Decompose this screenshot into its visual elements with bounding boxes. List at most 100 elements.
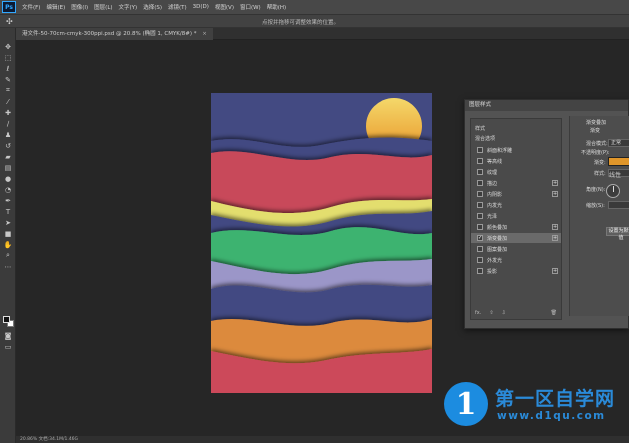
menu-3d[interactable]: 3D(D) (193, 4, 209, 10)
wave-artwork (211, 93, 432, 393)
add-style-icon[interactable]: + (552, 191, 558, 197)
fx-icon[interactable]: fx. (475, 310, 481, 316)
style-item[interactable]: 投影 + (471, 266, 561, 276)
style-item[interactable]: 图案叠加 (471, 244, 561, 254)
path-select-icon[interactable]: ➤ (3, 218, 13, 227)
angle-dial[interactable] (606, 184, 620, 198)
style-item[interactable]: 纹理 (471, 167, 561, 177)
style-checkbox[interactable] (477, 202, 483, 208)
trash-icon[interactable]: 🗑 (551, 310, 557, 316)
style-item-label: 投影 (487, 268, 498, 275)
zoom-icon[interactable]: ⌕ (3, 251, 13, 260)
menu-help[interactable]: 帮助(H) (267, 3, 286, 11)
dialog-title[interactable]: 图层样式 (465, 100, 628, 111)
style-checkbox[interactable] (477, 147, 483, 153)
style-checkbox[interactable] (477, 158, 483, 164)
document-canvas[interactable] (211, 93, 432, 393)
section-title: 渐变叠加 (586, 120, 607, 126)
style-item-label: 渐变叠加 (487, 235, 508, 242)
move-up-icon[interactable]: ⇧ (489, 310, 493, 316)
foreground-color-swatch[interactable] (3, 316, 10, 323)
style-checkbox[interactable] (477, 191, 483, 197)
move-down-icon[interactable]: ⇩ (502, 310, 506, 316)
style-item[interactable]: 等高线 (471, 156, 561, 166)
menu-select[interactable]: 选择(S) (143, 3, 162, 11)
reset-to-default-button[interactable]: 设置为默认值 (606, 227, 629, 241)
styles-header[interactable]: 样式 (471, 123, 561, 133)
blend-mode-select[interactable]: 正常 (608, 139, 629, 147)
style-checkbox[interactable] (477, 224, 483, 230)
gradient-overlay-settings: 渐变叠加 渐变 混合模式: 正常 不透明度(P): 渐变: 样式: 线性 角度(… (569, 116, 629, 316)
add-style-icon[interactable]: + (552, 268, 558, 274)
style-item-label: 光泽 (487, 213, 498, 220)
more-tools-icon[interactable]: ⋯ (3, 262, 13, 271)
move-tool-icon[interactable]: ✣ (6, 17, 13, 26)
menu-file[interactable]: 文件(F) (22, 3, 40, 11)
marquee-icon[interactable]: ⬚ (3, 53, 13, 62)
crop-icon[interactable]: ⌗ (3, 86, 13, 95)
menu-edit[interactable]: 编辑(E) (46, 3, 65, 11)
style-item[interactable]: 斜面和浮雕 (471, 145, 561, 155)
lasso-icon[interactable]: ℓ (3, 64, 13, 73)
menu-image[interactable]: 图像(I) (71, 3, 88, 11)
style-item[interactable]: 外发光 (471, 255, 561, 265)
add-style-icon[interactable]: + (552, 224, 558, 230)
style-label: 样式: (594, 171, 606, 177)
screen-mode-icon[interactable]: ▭ (3, 342, 13, 351)
scale-slider[interactable] (608, 201, 629, 209)
style-item-label: 纹理 (487, 169, 498, 176)
style-checkbox[interactable] (477, 257, 483, 263)
move-icon[interactable]: ✥ (3, 42, 13, 51)
style-item[interactable]: 内发光 (471, 200, 561, 210)
style-item[interactable]: 颜色叠加 + (471, 222, 561, 232)
menu-window[interactable]: 窗口(W) (240, 3, 261, 11)
menu-filter[interactable]: 滤镜(T) (168, 3, 187, 11)
shape-icon[interactable]: ■ (3, 229, 13, 238)
style-item-label: 图案叠加 (487, 246, 508, 253)
style-item[interactable]: 光泽 (471, 211, 561, 221)
gradient-swatch[interactable] (608, 157, 629, 166)
gradient-icon[interactable]: ▤ (3, 163, 13, 172)
document-tab-label: 港文件-50-70cm-cmyk-300ppi.psd @ 20.8% (椭圆 … (22, 31, 197, 37)
quick-mask-icon[interactable]: ◙ (3, 331, 13, 340)
stamp-icon[interactable]: ♟ (3, 130, 13, 139)
menu-type[interactable]: 文字(Y) (119, 3, 138, 11)
style-checkbox[interactable] (477, 169, 483, 175)
eyedropper-icon[interactable]: ⁄ (3, 97, 13, 106)
type-icon[interactable]: T (3, 207, 13, 216)
style-checkbox[interactable] (477, 213, 483, 219)
style-item[interactable]: 内阴影 + (471, 189, 561, 199)
options-bar: ✣ 点按并拖移可调整效果的位置。 (0, 14, 629, 28)
quick-select-icon[interactable]: ✎ (3, 75, 13, 84)
style-checkbox[interactable] (477, 246, 483, 252)
history-brush-icon[interactable]: ↺ (3, 141, 13, 150)
blend-options-item[interactable]: 混合选项 (471, 133, 561, 143)
style-checkbox[interactable] (477, 268, 483, 274)
document-tab-bar: 港文件-50-70cm-cmyk-300ppi.psd @ 20.8% (椭圆 … (16, 28, 629, 40)
style-item[interactable]: 描边 + (471, 178, 561, 188)
style-item[interactable]: ✓ 渐变叠加 + (471, 233, 561, 243)
spot-heal-icon[interactable]: ✚ (3, 108, 13, 117)
style-item-label: 等高线 (487, 158, 503, 165)
opacity-label: 不透明度(P): (581, 150, 610, 156)
pen-icon[interactable]: ✒ (3, 196, 13, 205)
eraser-icon[interactable]: ▰ (3, 152, 13, 161)
angle-label: 角度(N): (586, 187, 606, 193)
menu-bar: Ps 文件(F) 编辑(E) 图像(I) 图层(L) 文字(Y) 选择(S) 滤… (0, 0, 629, 14)
close-icon[interactable]: × (202, 31, 207, 37)
document-tab[interactable]: 港文件-50-70cm-cmyk-300ppi.psd @ 20.8% (椭圆 … (16, 28, 213, 40)
watermark-logo: 1 (444, 382, 488, 426)
style-checkbox[interactable] (477, 180, 483, 186)
brush-icon[interactable]: ∕ (3, 119, 13, 128)
blur-icon[interactable]: ● (3, 174, 13, 183)
add-style-icon[interactable]: + (552, 180, 558, 186)
menu-layer[interactable]: 图层(L) (94, 3, 112, 11)
style-checkbox[interactable]: ✓ (477, 235, 483, 241)
menu-view[interactable]: 视图(V) (215, 3, 234, 11)
style-item-label: 内发光 (487, 202, 503, 209)
hand-icon[interactable]: ✋ (3, 240, 13, 249)
options-hint: 点按并拖移可调整效果的位置。 (262, 20, 340, 26)
dodge-icon[interactable]: ◔ (3, 185, 13, 194)
style-select[interactable]: 线性 (608, 169, 629, 179)
add-style-icon[interactable]: + (552, 235, 558, 241)
